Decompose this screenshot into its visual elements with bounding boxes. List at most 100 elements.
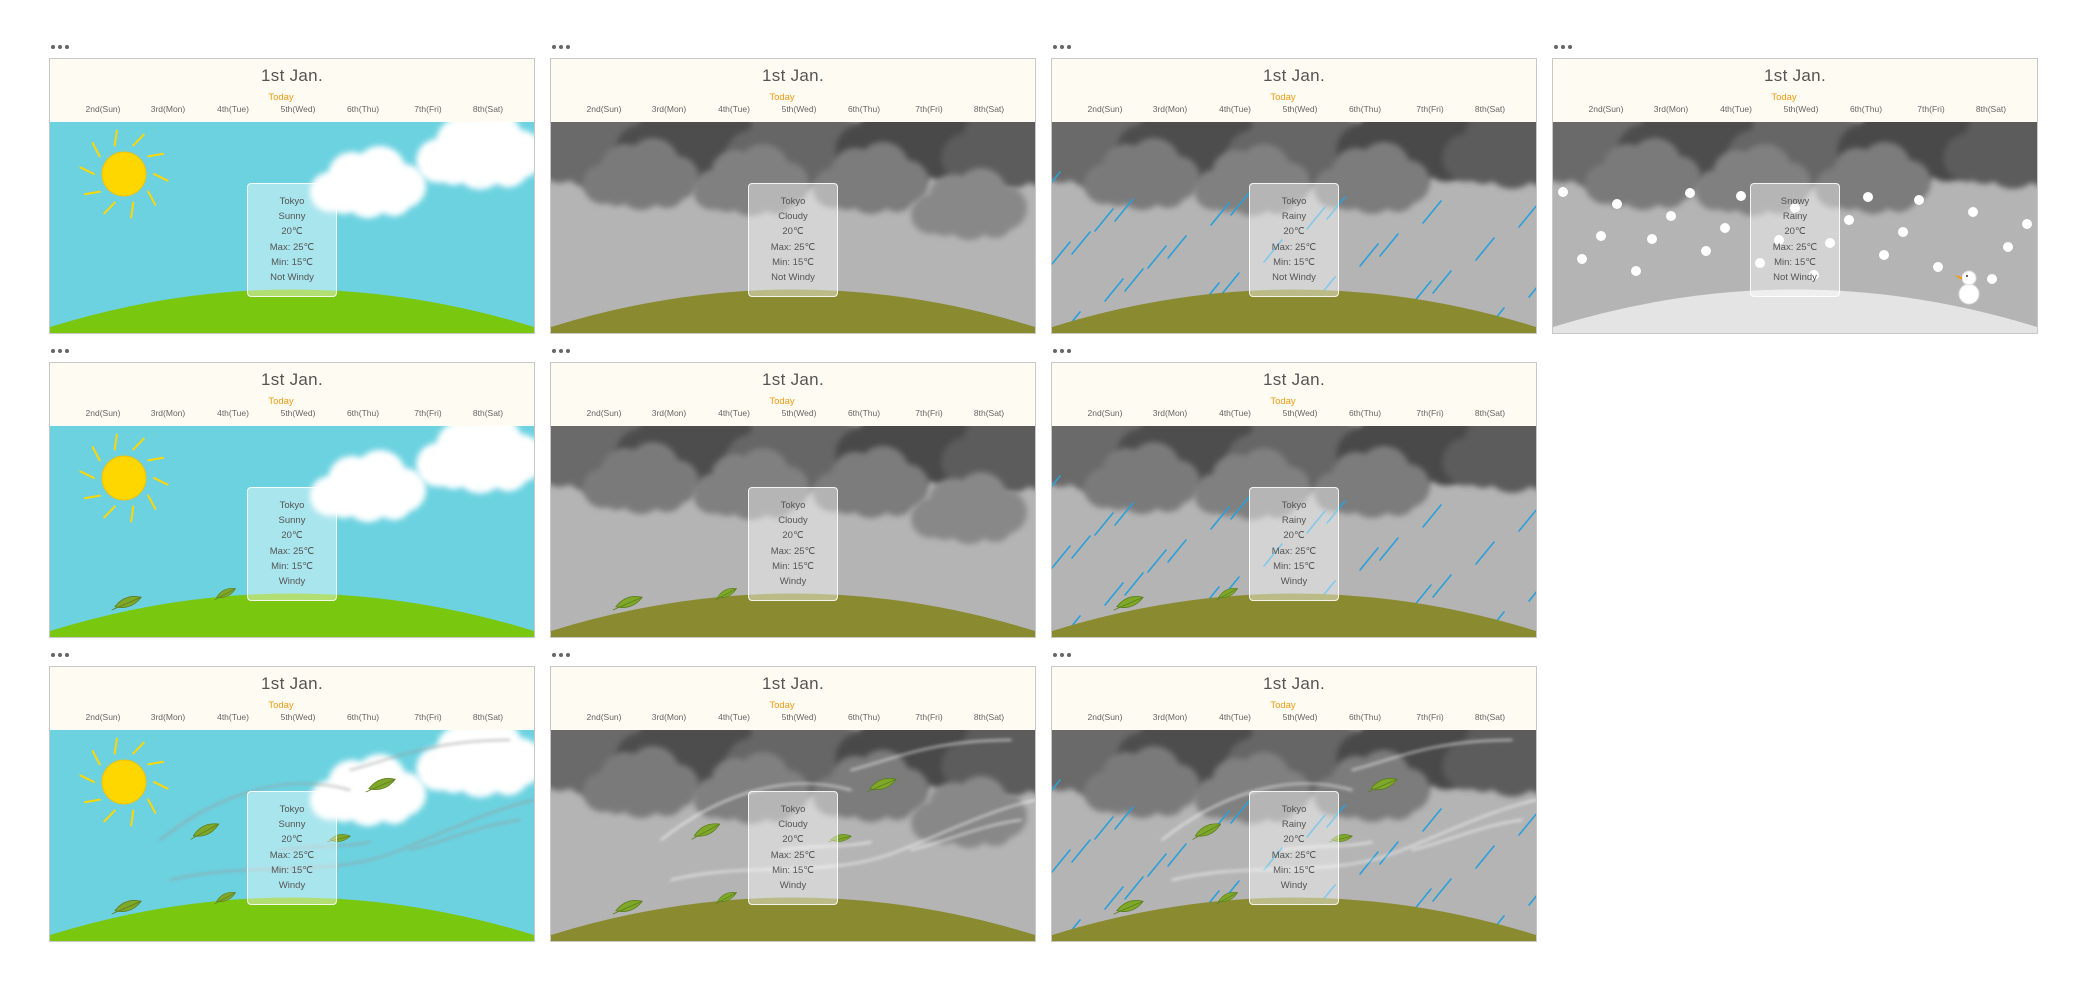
day-tab[interactable]: 6th(Thu)	[829, 104, 899, 114]
dot-icon	[58, 45, 62, 49]
widget-menu-button[interactable]	[552, 45, 570, 51]
day-tab[interactable]: 3rd(Mon)	[133, 712, 203, 722]
dot-icon	[1568, 45, 1572, 49]
condition-label: Cloudy	[778, 515, 808, 527]
day-tab[interactable]: 6th(Thu)	[328, 104, 398, 114]
widget-menu-button[interactable]	[1053, 349, 1071, 355]
day-tab[interactable]: 3rd(Mon)	[634, 408, 704, 418]
day-tab[interactable]: 8th(Sat)	[1455, 408, 1525, 418]
day-tab[interactable]: 2nd(Sun)	[1070, 712, 1140, 722]
dot-icon	[559, 653, 563, 657]
day-tab[interactable]: 4th(Tue)	[1200, 712, 1270, 722]
day-tab[interactable]: 5th(Wed)	[764, 104, 834, 114]
day-tabs: 2nd(Sun) 3rd(Mon) 4th(Tue) 5th(Wed) 6th(Thu)…	[551, 712, 1035, 724]
day-tab[interactable]: 4th(Tue)	[1200, 104, 1270, 114]
day-tab[interactable]: 3rd(Mon)	[133, 408, 203, 418]
day-tab[interactable]: 4th(Tue)	[1701, 104, 1771, 114]
day-tab[interactable]: 5th(Wed)	[263, 712, 333, 722]
day-tab[interactable]: 3rd(Mon)	[1135, 104, 1205, 114]
day-tab[interactable]: 4th(Tue)	[699, 712, 769, 722]
day-tab[interactable]: 6th(Thu)	[1330, 408, 1400, 418]
weather-card: 1st Jan. Today 2nd(Sun) 3rd(Mon) 4th(Tue) 5th…	[1051, 362, 1537, 638]
widget-menu-button[interactable]	[51, 349, 69, 355]
day-tab[interactable]: 2nd(Sun)	[68, 712, 138, 722]
wind-status: Windy	[278, 879, 306, 891]
dot-icon	[552, 653, 556, 657]
dot-icon	[1554, 45, 1558, 49]
day-tab[interactable]: 2nd(Sun)	[569, 408, 639, 418]
day-tab[interactable]: 2nd(Sun)	[569, 712, 639, 722]
day-tab[interactable]: 6th(Thu)	[1831, 104, 1901, 114]
today-label: Today	[268, 396, 294, 407]
widget-menu-button[interactable]	[1053, 45, 1071, 51]
day-tab[interactable]: 3rd(Mon)	[634, 712, 704, 722]
weather-card: 1st Jan. Today 2nd(Sun) 3rd(Mon) 4th(Tue) 5th…	[550, 362, 1036, 638]
today-label: Today	[1270, 396, 1296, 407]
day-tab[interactable]: 3rd(Mon)	[1135, 408, 1205, 418]
widget-menu-button[interactable]	[1053, 653, 1071, 659]
day-tab[interactable]: 8th(Sat)	[954, 408, 1024, 418]
day-tab[interactable]: 4th(Tue)	[198, 712, 268, 722]
date-title: 1st Jan.	[1263, 674, 1325, 693]
city-label: Tokyo	[279, 196, 305, 207]
day-tab[interactable]: 6th(Thu)	[1330, 712, 1400, 722]
day-tab[interactable]: 5th(Wed)	[1265, 712, 1335, 722]
dot-icon	[1053, 349, 1057, 353]
city-label: Tokyo	[279, 500, 305, 511]
today-label: Today	[769, 92, 795, 103]
dot-icon	[51, 349, 55, 353]
day-tab[interactable]: 3rd(Mon)	[1636, 104, 1706, 114]
day-tab[interactable]: 2nd(Sun)	[569, 104, 639, 114]
day-tab[interactable]: 3rd(Mon)	[133, 104, 203, 114]
day-tab[interactable]: 2nd(Sun)	[68, 104, 138, 114]
day-tab[interactable]: 5th(Wed)	[1766, 104, 1836, 114]
day-tab[interactable]: 5th(Wed)	[764, 408, 834, 418]
day-tab[interactable]: 4th(Tue)	[699, 408, 769, 418]
day-tab[interactable]: 2nd(Sun)	[1571, 104, 1641, 114]
condition-label: Rainy	[1281, 819, 1307, 831]
day-tab[interactable]: 2nd(Sun)	[1070, 408, 1140, 418]
day-tab[interactable]: 3rd(Mon)	[634, 104, 704, 114]
day-tab[interactable]: 5th(Wed)	[263, 408, 333, 418]
day-tab[interactable]: 4th(Tue)	[699, 104, 769, 114]
day-tab[interactable]: 6th(Thu)	[829, 712, 899, 722]
day-tab[interactable]: 8th(Sat)	[453, 408, 523, 418]
day-tab[interactable]: 8th(Sat)	[1455, 104, 1525, 114]
day-tab[interactable]: 6th(Thu)	[829, 408, 899, 418]
widget-menu-button[interactable]	[1554, 45, 1572, 51]
widget-menu-button[interactable]	[552, 653, 570, 659]
day-tab[interactable]: 8th(Sat)	[954, 104, 1024, 114]
day-tab[interactable]: 5th(Wed)	[1265, 104, 1335, 114]
day-tab[interactable]: 5th(Wed)	[1265, 408, 1335, 418]
day-tab[interactable]: 4th(Tue)	[198, 104, 268, 114]
day-tab[interactable]: 6th(Thu)	[1330, 104, 1400, 114]
widget-menu-button[interactable]	[51, 45, 69, 51]
day-tab[interactable]: 6th(Thu)	[328, 712, 398, 722]
day-tab[interactable]: 6th(Thu)	[328, 408, 398, 418]
weather-card: 1st Jan. Today 2nd(Sun) 3rd(Mon) 4th(Tue) 5th…	[1552, 58, 2038, 334]
today-label: Today	[268, 700, 294, 711]
dot-icon	[65, 349, 69, 353]
day-tab[interactable]: 8th(Sat)	[1455, 712, 1525, 722]
widget-menu-button[interactable]	[552, 349, 570, 355]
day-tab[interactable]: 8th(Sat)	[453, 104, 523, 114]
day-tab[interactable]: 4th(Tue)	[1200, 408, 1270, 418]
card-header: 1st Jan. Today 2nd(Sun) 3rd(Mon) 4th(Tue) 5th…	[1052, 363, 1536, 426]
weather-info-panel: Snowy Rainy 20℃ Max: 25℃ Min: 15℃ Not Windy	[1750, 183, 1840, 297]
dot-icon	[559, 45, 563, 49]
condition-label: Rainy	[1281, 211, 1307, 223]
day-tab[interactable]: 3rd(Mon)	[1135, 712, 1205, 722]
weather-scene: Tokyo Cloudy 20℃ Max: 25℃ Min: 15℃ Windy	[551, 426, 1035, 637]
day-tab[interactable]: 5th(Wed)	[764, 712, 834, 722]
card-header: 1st Jan. Today 2nd(Sun) 3rd(Mon) 4th(Tue) 5th…	[50, 59, 534, 122]
day-tabs: 2nd(Sun) 3rd(Mon) 4th(Tue) 5th(Wed) 6th(Thu)…	[551, 104, 1035, 116]
day-tab[interactable]: 8th(Sat)	[1956, 104, 2026, 114]
day-tab[interactable]: 8th(Sat)	[954, 712, 1024, 722]
day-tab[interactable]: 2nd(Sun)	[68, 408, 138, 418]
day-tab[interactable]: 5th(Wed)	[263, 104, 333, 114]
day-tab[interactable]: 8th(Sat)	[453, 712, 523, 722]
day-tab[interactable]: 4th(Tue)	[198, 408, 268, 418]
day-tab[interactable]: 2nd(Sun)	[1070, 104, 1140, 114]
max-temperature: Max: 25℃	[1271, 849, 1317, 861]
widget-menu-button[interactable]	[51, 653, 69, 659]
